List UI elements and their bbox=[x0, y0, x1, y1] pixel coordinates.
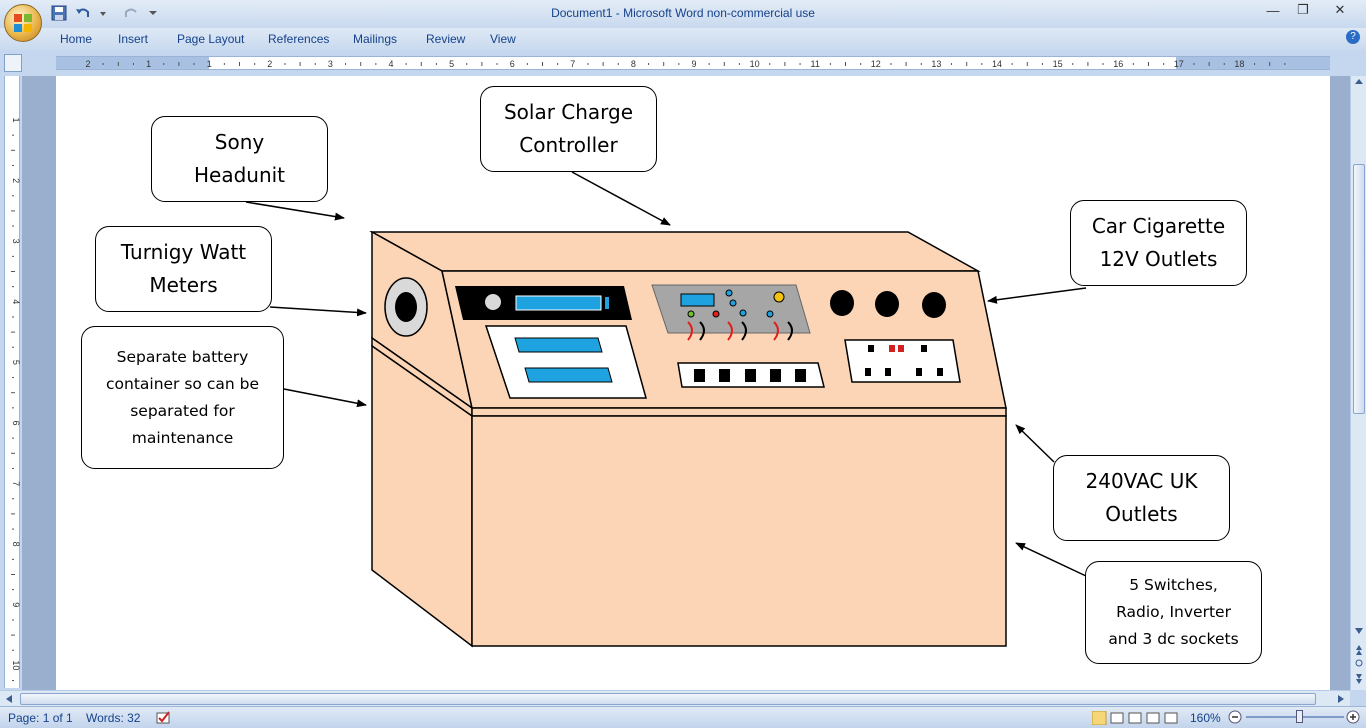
office-button[interactable] bbox=[4, 4, 42, 42]
scroll-left-icon bbox=[6, 695, 12, 703]
next-page-icon bbox=[1356, 674, 1362, 684]
window-title: Document1 - Microsoft Word non-commercia… bbox=[551, 6, 815, 20]
callout-switches[interactable]: 5 Switches, Radio, Inverter and 3 dc soc… bbox=[1085, 561, 1262, 664]
tab-selector[interactable] bbox=[4, 54, 22, 72]
ruler-number: 9 bbox=[691, 59, 696, 69]
callout-switches-text: 5 Switches, Radio, Inverter and 3 dc soc… bbox=[1108, 576, 1239, 648]
vruler-number: 4 bbox=[11, 299, 21, 304]
close-button[interactable]: ✕ bbox=[1318, 0, 1362, 20]
vruler-number: 5 bbox=[11, 360, 21, 365]
ruler-number: 1 bbox=[146, 59, 151, 69]
ruler-number: 2 bbox=[267, 59, 272, 69]
status-bar: Page: 1 of 1 Words: 32 160% bbox=[0, 706, 1366, 728]
horizontal-ruler[interactable]: 2 1 1 2 3 4 5 6 7 8 9 10 11 12 13 14 15 16 17 18 bbox=[56, 56, 1330, 70]
window-controls: — ❐ ✕ bbox=[1258, 0, 1362, 20]
callout-sony-headunit[interactable]: Sony Headunit bbox=[151, 116, 328, 202]
zoom-in-icon[interactable] bbox=[1346, 710, 1360, 727]
tab-page-layout[interactable]: Page Layout bbox=[177, 32, 244, 46]
callout-solar-charge-controller[interactable]: Solar Charge Controller bbox=[480, 86, 657, 172]
ruler-number: 2 bbox=[85, 59, 90, 69]
help-icon[interactable]: ? bbox=[1346, 30, 1360, 44]
ruler-number: 5 bbox=[449, 59, 454, 69]
horizontal-scrollbar[interactable] bbox=[0, 690, 1350, 706]
office-logo-icon bbox=[14, 14, 32, 32]
vruler-number: 7 bbox=[11, 481, 21, 486]
title-bar: Document1 - Microsoft Word non-commercia… bbox=[0, 0, 1366, 28]
callout-turnigy-watt-meters[interactable]: Turnigy Watt Meters bbox=[95, 226, 272, 312]
ruler-number: 11 bbox=[811, 59, 820, 69]
tab-insert[interactable]: Insert bbox=[118, 32, 148, 46]
ruler-number: 13 bbox=[931, 59, 941, 69]
scroll-down-icon bbox=[1355, 628, 1363, 634]
ruler-number: 14 bbox=[992, 59, 1002, 69]
ruler-ticks: 2 1 1 2 3 4 5 6 7 8 9 10 11 12 13 14 15 16 17 18 bbox=[85, 59, 1286, 69]
callout-ac-outlets[interactable]: 240VAC UK Outlets bbox=[1053, 455, 1230, 541]
ruler-number: 12 bbox=[871, 59, 881, 69]
view-buttons bbox=[1091, 710, 1182, 728]
vertical-ruler-ticks: 1234567891011 bbox=[11, 117, 21, 728]
ruler-number: 16 bbox=[1113, 59, 1123, 69]
callout-ac-text: 240VAC UK Outlets bbox=[1085, 469, 1198, 526]
vruler-number: 6 bbox=[11, 420, 21, 425]
tab-home[interactable]: Home bbox=[60, 32, 92, 46]
ruler-number: 10 bbox=[750, 59, 760, 69]
vruler-number: 2 bbox=[11, 178, 21, 183]
ruler-number: 15 bbox=[1053, 59, 1063, 69]
callout-sony-text: Sony Headunit bbox=[193, 130, 286, 187]
ruler-number: 7 bbox=[570, 59, 575, 69]
vruler-number: 1 bbox=[11, 117, 21, 122]
ruler-number: 8 bbox=[631, 59, 636, 69]
tab-review[interactable]: Review bbox=[426, 32, 465, 46]
full-screen-reading-icon bbox=[1110, 712, 1124, 724]
vertical-ruler[interactable]: 1234567891011 bbox=[4, 76, 21, 728]
outline-icon bbox=[1146, 712, 1160, 724]
ruler-number: 6 bbox=[510, 59, 515, 69]
select-browse-object-icon bbox=[1355, 659, 1363, 667]
vruler-number: 3 bbox=[11, 239, 21, 244]
ruler-number: 4 bbox=[388, 59, 393, 69]
vruler-number: 10 bbox=[11, 660, 21, 670]
vruler-number: 9 bbox=[11, 602, 21, 607]
zoom-level[interactable]: 160% bbox=[1190, 711, 1221, 725]
vruler-number: 8 bbox=[11, 542, 21, 547]
callout-cigarette-outlets[interactable]: Car Cigarette 12V Outlets bbox=[1070, 200, 1247, 286]
tab-mailings[interactable]: Mailings bbox=[353, 32, 397, 46]
callout-battery-container[interactable]: Separate battery container so can be sep… bbox=[81, 326, 284, 469]
ribbon-tabs: Home Insert Page Layout References Maili… bbox=[0, 28, 1366, 50]
ruler-number: 1 bbox=[207, 59, 212, 69]
callout-solar-text: Solar Charge Controller bbox=[503, 100, 634, 157]
callout-watt-text: Turnigy Watt Meters bbox=[120, 240, 247, 297]
ruler-number: 3 bbox=[328, 59, 333, 69]
zoom-slider[interactable] bbox=[1246, 716, 1344, 718]
word-count[interactable]: Words: 32 bbox=[86, 711, 140, 725]
tab-view[interactable]: View bbox=[490, 32, 516, 46]
web-layout-icon bbox=[1128, 712, 1142, 724]
tab-references[interactable]: References bbox=[268, 32, 329, 46]
ruler-number: 17 bbox=[1174, 59, 1184, 69]
zoom-slider-thumb[interactable] bbox=[1296, 710, 1303, 723]
scroll-up-icon bbox=[1355, 79, 1363, 84]
restore-button[interactable]: ❐ bbox=[1288, 0, 1318, 20]
ruler-bar: 2 1 1 2 3 4 5 6 7 8 9 10 11 12 13 14 15 16 17 18 bbox=[0, 52, 1366, 74]
previous-page-icon bbox=[1356, 645, 1362, 655]
callout-battery-text: Separate battery container so can be sep… bbox=[105, 347, 259, 447]
vertical-scrollbar[interactable] bbox=[1350, 76, 1366, 690]
callout-cigarette-text: Car Cigarette 12V Outlets bbox=[1091, 214, 1226, 271]
scroll-right-icon bbox=[1338, 695, 1344, 703]
print-layout-icon bbox=[1091, 710, 1107, 726]
ruler-number: 18 bbox=[1234, 59, 1244, 69]
page-count[interactable]: Page: 1 of 1 bbox=[8, 711, 73, 725]
proofing-icon[interactable] bbox=[156, 711, 172, 728]
minimize-button[interactable]: — bbox=[1258, 0, 1288, 20]
draft-icon bbox=[1164, 712, 1178, 724]
zoom-out-icon[interactable] bbox=[1228, 710, 1242, 727]
